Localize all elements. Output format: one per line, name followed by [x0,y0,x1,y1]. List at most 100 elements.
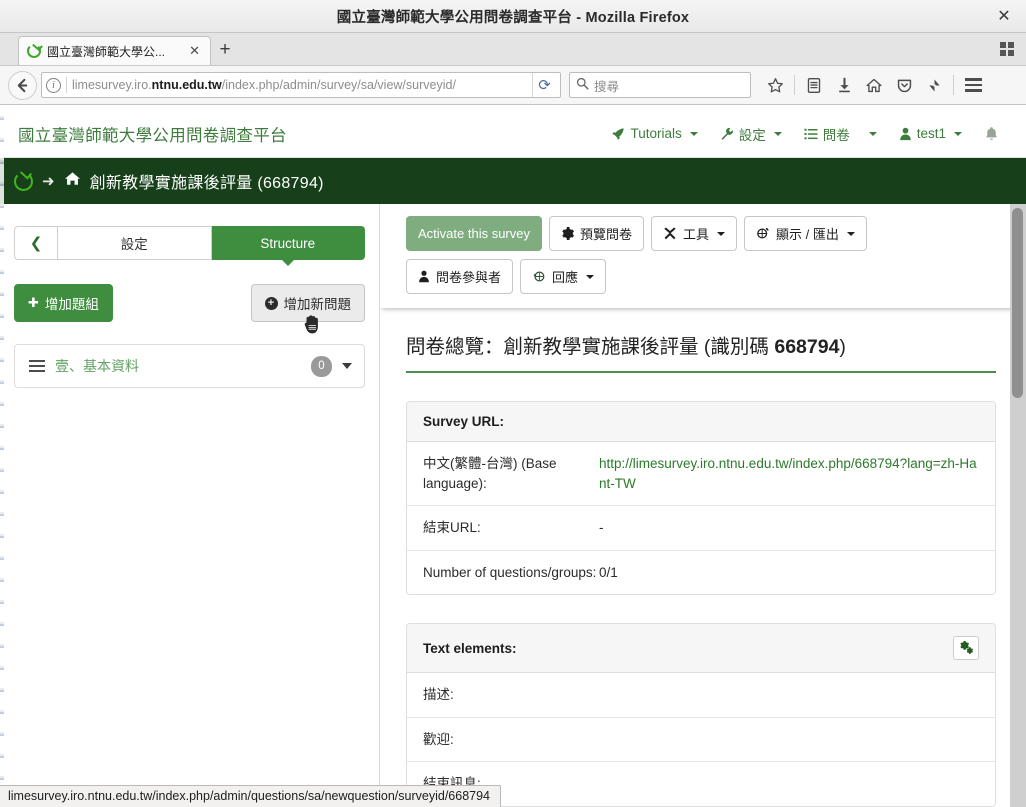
page-title: 問卷總覽：創新教學實施課後評量 (識別碼 668794) [406,330,996,373]
text-elements-settings-button[interactable] [953,636,979,661]
app-navbar: 國立臺灣師範大學公用問卷調查平台 Tutorials 設定 問卷 test1 [0,110,1026,158]
pocket-icon[interactable] [890,71,918,99]
add-group-label: 增加題組 [44,297,99,312]
nav-item-user[interactable]: test1 [888,120,973,147]
responses-label: 回應 [552,270,579,285]
toolbar-divider [794,75,795,95]
toolbar-row-1: Activate this survey 預覽問卷 工具 顯示 / 匯出 [406,216,1010,251]
preview-survey-button[interactable]: 預覽問卷 [549,216,645,251]
plus-icon: ✚ [28,295,39,310]
display-export-icon [756,227,770,240]
survey-url-panel: Survey URL: 中文(繁體-台灣) (Base language): h… [406,401,996,596]
nav-item-label: Tutorials [630,126,682,141]
browser-tabstrip: 國立臺灣師範大學公... ✕ + [0,33,1026,66]
url-bar[interactable]: i limesurvey.iro.ntnu.edu.tw/index.php/a… [41,72,561,98]
responses-button[interactable]: 回應 [520,259,607,294]
row-value: 0/1 [599,564,618,580]
chevron-down-icon [773,131,782,136]
chevron-down-icon [586,274,595,279]
list-icon [804,127,818,141]
home-icon[interactable] [860,71,888,99]
plus-circle-icon: + [264,296,278,310]
add-question-group-button[interactable]: ✚ 增加題組 [14,284,113,322]
nav-item-label: test1 [916,126,946,141]
row-key: 結束URL: [423,520,481,536]
text-elements-panel: Text elements: 描述: 歡迎: 結束訊息: [406,623,996,807]
row-key: 中文(繁體-台灣) (Base language): [423,456,557,491]
search-placeholder: 搜尋 [594,79,620,94]
hamburger-menu-icon[interactable] [959,71,987,99]
table-row: 中文(繁體-台灣) (Base language): http://limesu… [407,442,995,507]
sidebar-collapse-button[interactable]: ❮ [14,226,58,260]
chevron-down-icon [689,131,698,136]
sidebar-actions: ✚ 增加題組 + 增加新問題 [14,284,365,334]
survey-url-link[interactable]: http://limesurvey.iro.ntnu.edu.tw/index.… [599,456,977,491]
url-prefix: limesurvey.iro. [72,78,152,92]
browser-tab[interactable]: 國立臺灣師範大學公... ✕ [18,36,211,65]
notification-bell-button[interactable] [973,120,1010,148]
window-close-button[interactable]: ✕ [992,5,1016,27]
app-brand[interactable]: 國立臺灣師範大學公用問卷調查平台 [18,122,287,146]
nav-item-settings[interactable]: 設定 [709,118,793,150]
sidebar-tabs: ❮ 設定 Structure [14,226,365,260]
page-title-prefix: 問卷總覽：創新教學實施課後評量 (識別碼 [406,336,775,358]
arrow-right-icon: ➜ [42,173,55,190]
page-scrollbar[interactable] [1010,204,1026,807]
browser-titlebar: 國立臺灣師範大學公用問卷調查平台 - Mozilla Firefox ✕ [0,0,1026,33]
reload-icon[interactable]: ⟳ [532,73,556,97]
limesurvey-logo-icon [14,171,33,191]
mouse-cursor-icon [304,315,321,334]
back-button[interactable] [8,70,37,100]
add-new-question-button[interactable]: + 增加新問題 [250,284,365,334]
download-icon[interactable] [830,71,858,99]
survey-participants-button[interactable]: 問卷參與者 [406,259,514,294]
star-icon[interactable] [761,71,789,99]
nav-item-label: 問卷 [822,127,850,143]
chevron-down-icon [868,131,877,136]
site-info-icon[interactable]: i [46,77,61,93]
page-title-suffix: ) [839,336,846,358]
gears-icon [959,641,973,655]
tools-icon [663,227,677,240]
toolbar-row-2: 問卷參與者 回應 [406,259,1010,294]
row-value: http://limesurvey.iro.ntnu.edu.tw/index.… [599,454,979,493]
add-question-label: 增加新問題 [283,297,352,312]
tools-label: 工具 [683,227,710,242]
drag-handle-icon[interactable] [29,359,45,373]
scrollbar-thumb[interactable] [1012,208,1023,398]
tools-button[interactable]: 工具 [651,216,738,251]
window-title: 國立臺灣師範大學公用問卷調查平台 - Mozilla Firefox [336,9,690,26]
home-icon[interactable] [64,171,81,191]
chevron-down-icon[interactable] [342,363,352,369]
display-export-label: 顯示 / 匯出 [776,227,839,242]
search-bar[interactable]: 搜尋 [569,72,751,98]
tab-settings[interactable]: 設定 [58,226,212,260]
browser-tab-close-icon[interactable]: ✕ [185,43,204,59]
question-group-row[interactable]: 壹、基本資料 0 [14,344,365,388]
table-row: 結束URL: - [407,506,995,551]
activate-survey-button[interactable]: Activate this survey [406,216,542,251]
app-body: ❮ 設定 Structure ✚ 增加題組 + 增加新問題 壹、基本資料 0 A… [0,204,1026,807]
gear-icon [561,227,574,240]
display-export-button[interactable]: 顯示 / 匯出 [744,216,867,251]
tab-structure[interactable]: Structure [211,226,365,260]
grid-view-icon[interactable] [996,38,1018,60]
library-icon[interactable] [800,71,828,99]
limesurvey-leaf-icon [27,44,41,58]
app-navbar-right: Tutorials 設定 問卷 test1 [600,118,1010,150]
survey-url-panel-title: Survey URL: [423,414,505,429]
sync-icon[interactable] [920,71,948,99]
nav-item-tutorials[interactable]: Tutorials [600,120,708,147]
new-tab-button[interactable]: + [211,36,239,64]
nav-item-surveys[interactable]: 問卷 [793,118,888,150]
survey-overview: 問卷總覽：創新教學實施課後評量 (識別碼 668794) Survey URL:… [380,308,1026,807]
url-divider [66,77,67,93]
nav-item-label: 設定 [738,127,766,143]
chevron-down-icon [717,231,726,236]
preview-survey-label: 預覽問卷 [580,227,633,242]
limesurvey-app: 國立臺灣師範大學公用問卷調查平台 Tutorials 設定 問卷 test1 ➜… [0,110,1026,807]
text-elements-panel-title: Text elements: [423,640,517,656]
main-content: Activate this survey 預覽問卷 工具 顯示 / 匯出 問卷參… [380,204,1026,807]
question-group-name[interactable]: 壹、基本資料 [55,356,311,376]
chevron-down-icon [846,231,855,236]
